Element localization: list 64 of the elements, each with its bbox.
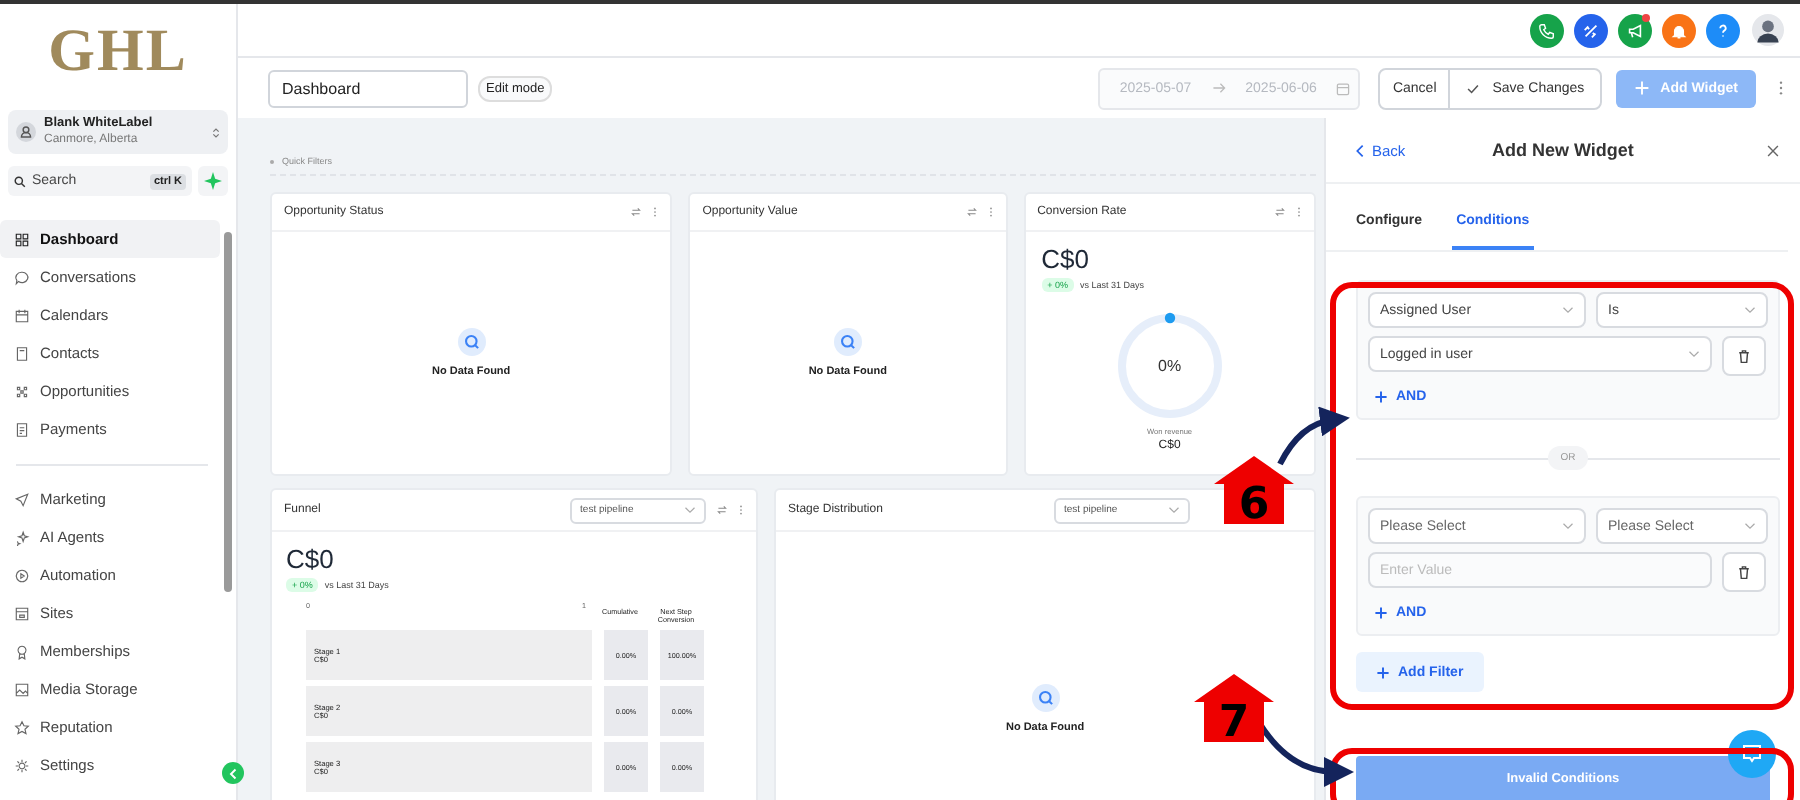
step-marker: 6 (1214, 456, 1294, 530)
quick-action-button[interactable] (198, 166, 228, 196)
contact-card-icon (14, 345, 30, 361)
chevron-left-icon (1356, 143, 1364, 157)
image-icon (14, 681, 30, 697)
collapse-button[interactable] (222, 762, 244, 784)
search-icon (833, 328, 862, 356)
dashboard-name-field[interactable]: Dashboard (268, 69, 468, 107)
chevron-down-icon (1562, 306, 1574, 314)
phone-icon[interactable] (1530, 13, 1564, 47)
search-icon (1031, 684, 1060, 712)
sparkle-icon (14, 529, 30, 545)
donut-gauge (1115, 312, 1224, 420)
logo: GHL (46, 18, 190, 86)
dots-icon (14, 383, 30, 399)
receipt-icon (14, 421, 30, 437)
send-icon (14, 491, 30, 507)
trash-icon (1736, 348, 1752, 364)
amount-value: C$0 (286, 544, 336, 574)
sparkle-icon (204, 172, 222, 190)
calendar-icon (1336, 81, 1351, 95)
chevron-left-icon (227, 767, 239, 779)
calendar-icon (14, 307, 30, 323)
trash-icon (1736, 564, 1752, 580)
swap-icon[interactable] (1274, 206, 1286, 218)
close-icon[interactable] (1766, 143, 1780, 157)
delete-button[interactable] (1722, 552, 1766, 592)
panel-title: Add New Widget (1490, 140, 1636, 160)
search-icon (457, 328, 486, 356)
chevron-down-icon (1744, 522, 1756, 530)
plus-icon (1634, 80, 1651, 96)
swap-icon[interactable] (630, 206, 643, 218)
arrow (1277, 407, 1350, 466)
rate-value: 0% (1158, 357, 1182, 375)
chevron-down-icon (1562, 522, 1574, 530)
chevron-down-icon (1168, 506, 1180, 514)
plus-icon (1374, 606, 1388, 620)
chevron-down-icon (1744, 306, 1756, 314)
amount-value: C$0 (1041, 244, 1091, 274)
settings-icon (14, 757, 30, 773)
check-icon (1466, 81, 1481, 95)
window-icon (14, 605, 30, 621)
search-icon (14, 175, 26, 187)
more-icon[interactable] (1778, 80, 1784, 96)
help-icon[interactable] (1706, 13, 1740, 47)
badge-icon (14, 643, 30, 659)
user-icon (16, 122, 36, 142)
star-icon (14, 719, 30, 735)
plus-icon (1374, 390, 1388, 404)
megaphone-icon[interactable] (1618, 13, 1652, 47)
avatar[interactable] (1752, 14, 1784, 46)
message-icon (1740, 742, 1764, 766)
delete-button[interactable] (1722, 336, 1766, 376)
step-marker: 7 (1194, 674, 1274, 748)
chevron-down-icon (1688, 350, 1700, 358)
arrow-right-icon (1211, 82, 1226, 94)
chat-bubble-icon (14, 269, 30, 285)
plus-icon (1376, 665, 1390, 679)
swap-icon[interactable] (716, 504, 729, 516)
chevron-icon (212, 125, 220, 139)
swap-icon[interactable] (965, 206, 978, 218)
grid-icon (14, 231, 30, 247)
bell-icon[interactable] (1662, 13, 1696, 47)
chevron-down-icon (684, 506, 697, 514)
